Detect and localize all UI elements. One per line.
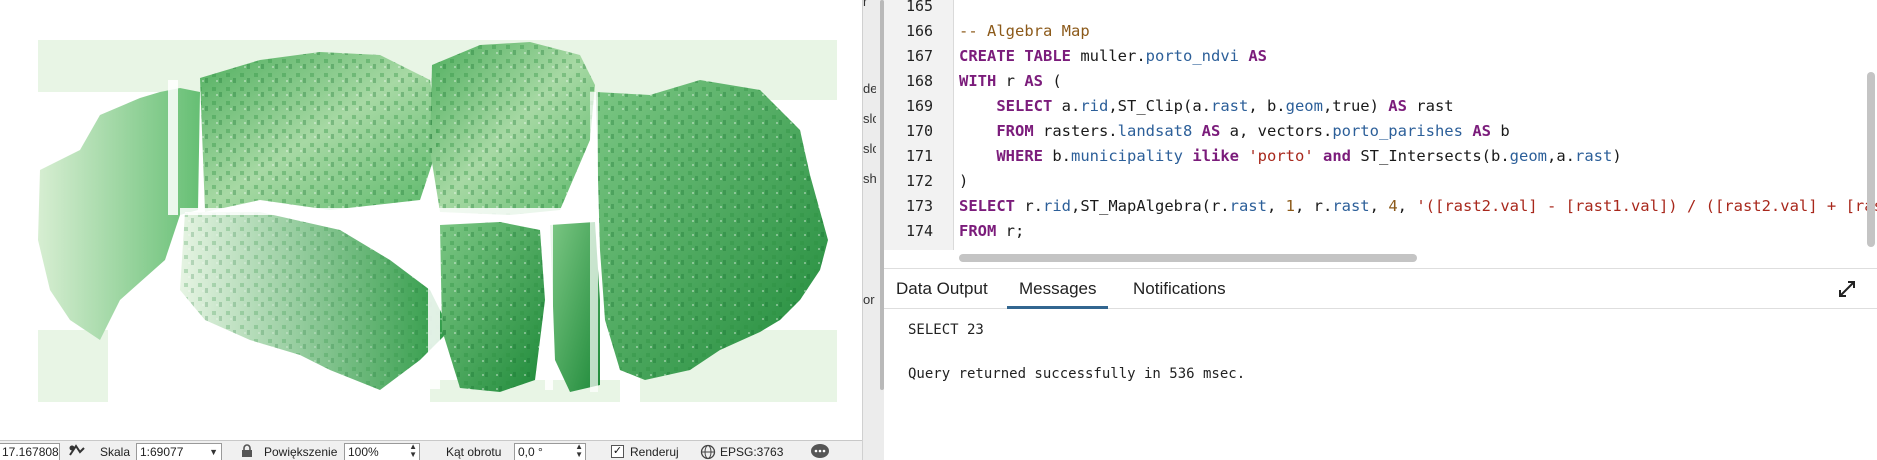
line-number: 166 [906, 22, 934, 40]
code-line[interactable]: SELECT r.rid,ST_MapAlgebra(r.rast, 1, r.… [959, 194, 1877, 219]
strip-text: sh [863, 171, 876, 186]
magnifier-label: Powiększenie [264, 445, 338, 459]
rotation-value: 0,0 ° [518, 445, 543, 459]
spin-arrows-icon[interactable]: ▲ ▼ [409, 443, 417, 459]
code-line[interactable]: SELECT a.rid,ST_Clip(a.rast, b.geom,true… [959, 94, 1453, 119]
code-line[interactable]: FROM rasters.landsat8 AS a, vectors.port… [959, 119, 1509, 144]
scale-value: 1:69077 [140, 445, 184, 459]
strip-text: de [863, 81, 876, 96]
line-number: 174 [906, 222, 934, 240]
render-label: Renderuj [630, 445, 679, 459]
messages-icon[interactable] [810, 443, 830, 459]
pgadmin-query-tool: 165 166 167 168 169 170 171 172 173 174 … [884, 0, 1877, 460]
line-number: 170 [906, 122, 934, 140]
line-number: 171 [906, 147, 934, 165]
sql-editor[interactable]: 165 166 167 168 169 170 171 172 173 174 … [884, 0, 1877, 268]
line-number: 167 [906, 47, 934, 65]
lock-icon[interactable] [240, 444, 254, 460]
code-line[interactable]: ) [959, 169, 968, 194]
line-number: 172 [906, 172, 934, 190]
code-line[interactable]: FROM r; [959, 219, 1024, 244]
background-window-strip: r de slo slo sh or [862, 0, 876, 460]
strip-text: slo [863, 141, 876, 156]
globe-icon[interactable] [700, 444, 716, 460]
message-line: SELECT 23 [908, 322, 984, 338]
map-canvas[interactable] [0, 0, 862, 440]
results-tab-bar: Data Output Messages Notifications [884, 269, 1877, 309]
coordinate-display[interactable]: 17.167808 [0, 443, 60, 460]
scale-label: Skala [100, 445, 131, 459]
code-area[interactable]: -- Algebra Map CREATE TABLE muller.porto… [959, 0, 1877, 250]
chevron-down-icon: ▼ [209, 447, 218, 457]
message-line [908, 341, 1245, 363]
line-number: 169 [906, 97, 934, 115]
editor-vertical-scrollbar[interactable] [1867, 72, 1875, 247]
tab-messages[interactable]: Messages [1007, 269, 1109, 309]
ndvi-raster-map [38, 40, 837, 402]
rotation-spinbox[interactable]: 0,0 ° ▲ ▼ [514, 443, 586, 460]
line-number: 168 [906, 72, 934, 90]
code-line[interactable]: -- Algebra Map [959, 19, 1090, 44]
crs-label[interactable]: EPSG:3763 [720, 444, 783, 460]
code-line[interactable]: CREATE TABLE muller.porto_ndvi AS [959, 44, 1267, 69]
spin-arrows-icon[interactable]: ▲ ▼ [575, 443, 583, 459]
strip-text: or [863, 292, 875, 307]
scale-combobox[interactable]: 1:69077 ▼ [136, 443, 222, 460]
rotation-label: Kąt obrotu [446, 445, 502, 459]
message-line: Query returned successfully in 536 msec. [908, 366, 1246, 382]
editor-horizontal-scrollbar[interactable] [959, 254, 1417, 262]
extents-toggle-icon[interactable] [68, 443, 86, 459]
expand-icon[interactable] [1837, 279, 1857, 299]
qgis-status-bar: 17.167808 Skala 1:69077 ▼ Powiększenie 1… [0, 440, 862, 460]
qgis-window: 17.167808 Skala 1:69077 ▼ Powiększenie 1… [0, 0, 862, 460]
strip-text: r [863, 0, 868, 9]
tab-data-output[interactable]: Data Output [884, 269, 1000, 309]
results-panel: Data Output Messages Notifications SELEC… [884, 269, 1877, 460]
line-number-gutter: 165 166 167 168 169 170 171 172 173 174 [884, 0, 954, 250]
code-line[interactable]: WHERE b.municipality ilike 'porto' and S… [959, 144, 1621, 169]
code-line[interactable]: WITH r AS ( [959, 69, 1062, 94]
line-number: 173 [906, 197, 934, 215]
messages-output: SELECT 23 Query returned successfully in… [908, 319, 1245, 385]
line-number: 165 [906, 0, 934, 15]
magnifier-value: 100% [348, 445, 379, 459]
magnifier-spinbox[interactable]: 100% ▲ ▼ [344, 443, 420, 460]
strip-text: slo [863, 111, 876, 126]
tab-notifications[interactable]: Notifications [1121, 269, 1238, 309]
render-checkbox[interactable]: ✓ [611, 445, 624, 458]
